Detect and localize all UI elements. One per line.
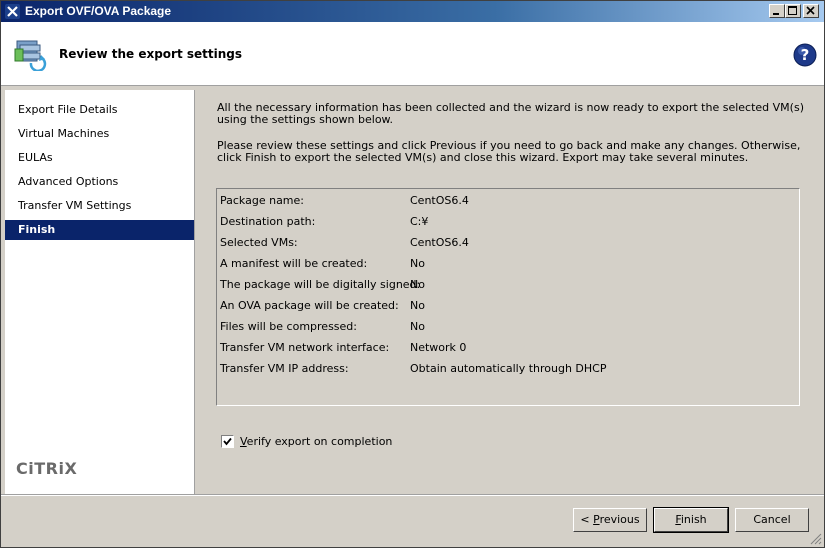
step-transfer-vm-settings[interactable]: Transfer VM Settings bbox=[5, 196, 194, 216]
verify-export-checkbox[interactable] bbox=[221, 435, 234, 448]
step-virtual-machines[interactable]: Virtual Machines bbox=[5, 124, 194, 144]
checkmark-icon bbox=[223, 437, 232, 446]
minimize-icon bbox=[773, 13, 779, 15]
help-icon[interactable]: ? bbox=[793, 43, 817, 67]
maximize-icon bbox=[788, 6, 797, 15]
footer-divider bbox=[1, 494, 824, 496]
verify-export-label[interactable]: Verify export on completion bbox=[240, 435, 392, 448]
export-package-icon bbox=[14, 40, 47, 71]
wizard-header: Review the export settings ? bbox=[1, 22, 824, 86]
svg-text:?: ? bbox=[801, 46, 810, 64]
window-title: Export OVF/OVA Package bbox=[25, 4, 172, 18]
maximize-button[interactable] bbox=[785, 4, 801, 18]
cancel-button[interactable]: Cancel bbox=[735, 508, 809, 532]
settings-summary-box: Package name: CentOS6.4 Destination path:… bbox=[216, 188, 800, 406]
finish-button[interactable]: Finish bbox=[653, 507, 729, 533]
title-bar[interactable]: Export OVF/OVA Package bbox=[1, 1, 824, 22]
wizard-steps-sidebar: Export File Details Virtual Machines EUL… bbox=[5, 90, 195, 494]
previous-button[interactable]: < Previous bbox=[573, 508, 647, 532]
close-icon bbox=[806, 6, 815, 15]
xenserver-x-icon bbox=[5, 4, 20, 19]
close-button[interactable] bbox=[803, 4, 819, 18]
citrix-logo: CiTRiX bbox=[16, 459, 77, 478]
page-heading: Review the export settings bbox=[59, 47, 242, 61]
step-advanced-options[interactable]: Advanced Options bbox=[5, 172, 194, 192]
export-dialog: Export OVF/OVA Package Review the export… bbox=[0, 0, 825, 548]
intro-text: All the necessary information has been c… bbox=[217, 101, 804, 126]
step-export-file-details[interactable]: Export File Details bbox=[5, 100, 194, 120]
svg-text:CiTRiX: CiTRiX bbox=[16, 459, 77, 478]
instructions-text: Please review these settings and click P… bbox=[217, 139, 801, 164]
step-finish[interactable]: Finish bbox=[5, 220, 194, 240]
minimize-button[interactable] bbox=[769, 4, 785, 18]
resize-grip-icon[interactable] bbox=[810, 533, 822, 545]
step-eulas[interactable]: EULAs bbox=[5, 148, 194, 168]
